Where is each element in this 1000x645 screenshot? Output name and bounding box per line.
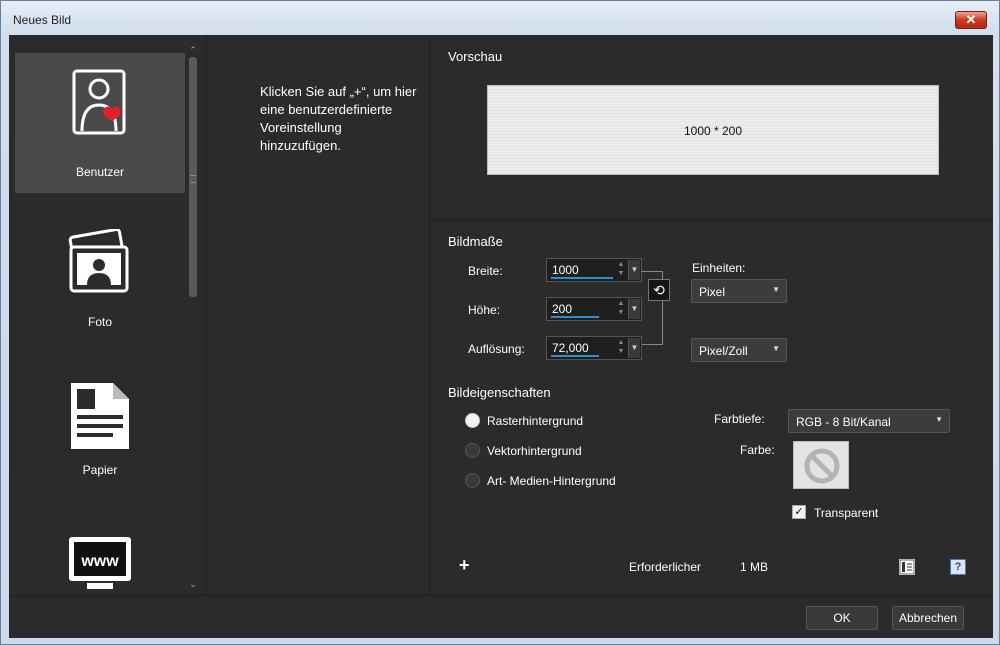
color-swatch[interactable] bbox=[793, 441, 849, 489]
depth-dropdown[interactable]: RGB - 8 Bit/Kanal ▼ bbox=[788, 409, 950, 433]
preview-size-text: 1000 * 200 bbox=[683, 124, 743, 138]
hint-panel: Klicken Sie auf „+“, um hier eine benutz… bbox=[208, 35, 430, 595]
preset-list: Benutzer Foto Papier www ⌃ ⌄ bbox=[9, 35, 207, 595]
preview-title: Vorschau bbox=[448, 49, 503, 64]
title-bar[interactable]: Neues Bild ✕ bbox=[1, 1, 999, 35]
resolution-input[interactable]: 72,000 ▲ ▼ ▼ bbox=[546, 336, 642, 360]
resolution-unit-value: Pixel/Zoll bbox=[699, 344, 748, 358]
scroll-down-icon[interactable]: ⌄ bbox=[187, 579, 199, 589]
resolution-value: 72,000 bbox=[552, 341, 589, 355]
height-label: Höhe: bbox=[468, 303, 501, 317]
button-bar: OK Abbrechen bbox=[9, 595, 993, 638]
preset-label: Foto bbox=[87, 315, 112, 329]
photo-icon bbox=[68, 229, 129, 293]
resolution-dropdown-icon[interactable]: ▼ bbox=[628, 338, 640, 358]
units-dropdown[interactable]: Pixel ▼ bbox=[691, 279, 787, 303]
dialog-body: Benutzer Foto Papier www ⌃ ⌄ Klicken Sie… bbox=[9, 35, 993, 638]
width-input[interactable]: 1000 ▲ ▼ ▼ bbox=[546, 258, 642, 282]
memory-label: Erforderlicher bbox=[629, 560, 702, 574]
divider bbox=[431, 220, 993, 221]
user-heart-icon bbox=[72, 69, 126, 135]
memory-value: 1 MB bbox=[740, 560, 769, 574]
resolution-unit-dropdown[interactable]: Pixel/Zoll ▼ bbox=[691, 338, 787, 362]
document-icon bbox=[899, 559, 915, 575]
aspect-link-icon[interactable]: ⟲ bbox=[648, 279, 670, 301]
cancel-button[interactable]: Abbrechen bbox=[892, 606, 964, 630]
radio-vector[interactable] bbox=[465, 443, 480, 458]
transparent-label[interactable]: Transparent bbox=[814, 506, 878, 520]
units-value: Pixel bbox=[699, 285, 726, 299]
depth-value: RGB - 8 Bit/Kanal bbox=[796, 415, 891, 429]
height-input[interactable]: 200 ▲ ▼ ▼ bbox=[546, 297, 642, 321]
web-icon-text: www bbox=[80, 553, 119, 570]
width-stepper-icon[interactable]: ▲ ▼ bbox=[615, 260, 627, 280]
preset-label: Benutzer bbox=[75, 165, 125, 179]
preset-label: Papier bbox=[82, 463, 118, 477]
preset-scrollbar[interactable]: ⌃ ⌄ bbox=[187, 45, 199, 595]
paper-icon bbox=[71, 383, 129, 449]
add-preset-button[interactable]: + bbox=[459, 556, 470, 574]
close-button[interactable]: ✕ bbox=[955, 11, 987, 29]
dialog-window: Neues Bild ✕ Benutzer Foto Papier www ⌃ … bbox=[0, 0, 1000, 645]
transparent-checkbox[interactable]: ✓ bbox=[792, 505, 806, 519]
radio-vector-label[interactable]: Vektorhintergrund bbox=[487, 444, 582, 458]
radio-raster[interactable] bbox=[465, 413, 480, 428]
hint-text: Klicken Sie auf „+“, um hier eine benutz… bbox=[260, 84, 417, 153]
dimensions-title: Bildmaße bbox=[448, 234, 503, 249]
help-icon[interactable]: ? bbox=[950, 559, 966, 575]
chevron-down-icon: ▼ bbox=[772, 344, 780, 353]
height-dropdown-icon[interactable]: ▼ bbox=[628, 299, 640, 319]
units-label: Einheiten: bbox=[692, 261, 746, 275]
preview-canvas: 1000 * 200 bbox=[487, 85, 939, 175]
no-color-icon bbox=[804, 448, 840, 484]
preset-web[interactable]: www bbox=[15, 501, 185, 595]
scroll-up-icon[interactable]: ⌃ bbox=[187, 45, 199, 55]
preset-benutzer[interactable]: Benutzer bbox=[15, 53, 185, 193]
height-stepper-icon[interactable]: ▲ ▼ bbox=[615, 299, 627, 319]
settings-panel: Vorschau 1000 * 200 Bildmaße Breite: 100… bbox=[431, 35, 993, 595]
width-value: 1000 bbox=[552, 263, 579, 277]
info-sheet-icon[interactable] bbox=[899, 559, 915, 575]
width-indicator bbox=[551, 277, 613, 279]
properties-title: Bildeigenschaften bbox=[448, 385, 551, 400]
preset-papier[interactable]: Papier bbox=[15, 351, 185, 491]
radio-raster-label[interactable]: Rasterhintergrund bbox=[487, 414, 583, 428]
chevron-down-icon: ▼ bbox=[935, 415, 943, 424]
height-value: 200 bbox=[552, 302, 573, 316]
scroll-thumb[interactable] bbox=[189, 57, 197, 297]
depth-label: Farbtiefe: bbox=[714, 412, 765, 426]
resolution-stepper-icon[interactable]: ▲ ▼ bbox=[615, 338, 627, 358]
width-label: Breite: bbox=[468, 264, 503, 278]
color-label: Farbe: bbox=[740, 443, 775, 457]
resolution-indicator bbox=[551, 355, 599, 357]
radio-art-media-label[interactable]: Art- Medien-Hintergrund bbox=[487, 474, 616, 488]
resolution-label: Auflösung: bbox=[468, 342, 525, 356]
radio-art-media[interactable] bbox=[465, 473, 480, 488]
ok-button[interactable]: OK bbox=[806, 606, 878, 630]
height-indicator bbox=[551, 316, 599, 318]
grip-icon bbox=[190, 175, 196, 183]
web-monitor-icon: www bbox=[69, 537, 131, 589]
preset-foto[interactable]: Foto bbox=[15, 203, 185, 343]
window-title: Neues Bild bbox=[13, 13, 72, 27]
chevron-down-icon: ▼ bbox=[772, 285, 780, 294]
width-dropdown-icon[interactable]: ▼ bbox=[628, 260, 640, 280]
